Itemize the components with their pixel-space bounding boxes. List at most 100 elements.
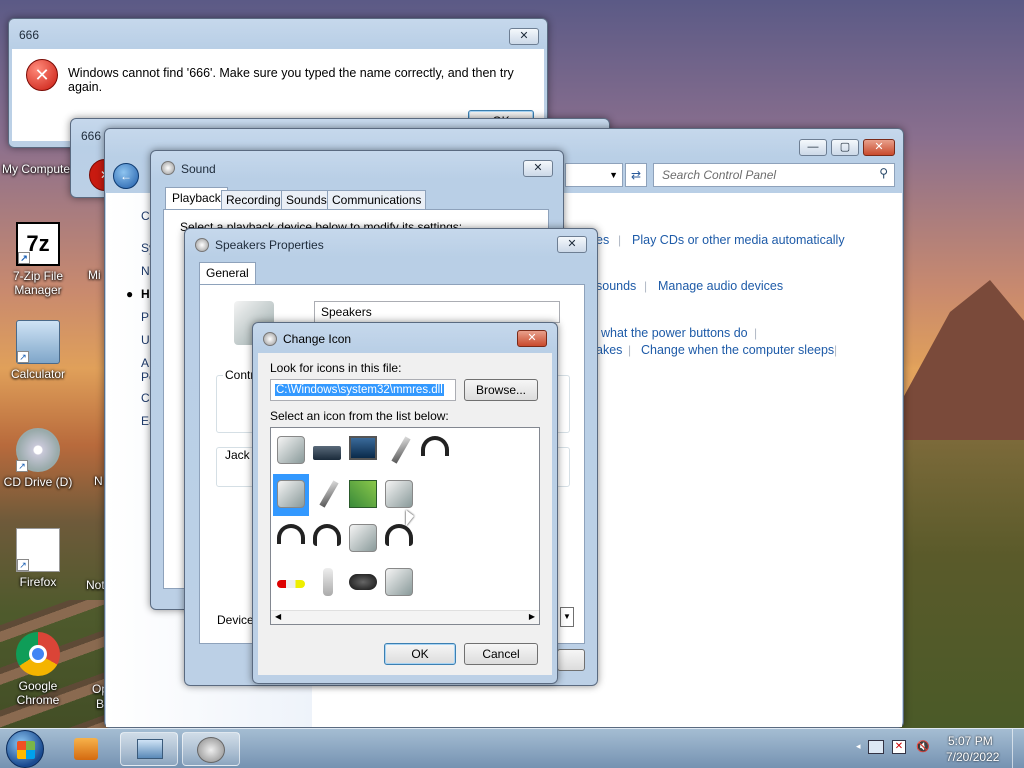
desktop-icon-firefox[interactable]: ↗ Firefox (0, 528, 76, 589)
icon-choice[interactable] (309, 562, 345, 604)
ok-button[interactable]: OK (384, 643, 456, 665)
show-hidden-icons[interactable]: ◂ (856, 741, 861, 752)
device-usage-label: Device (217, 613, 254, 627)
cd-drive-icon: ↗ (16, 428, 60, 472)
scroll-left-icon[interactable]: ◀ (275, 612, 281, 621)
horizontal-scrollbar[interactable]: ◀ ▶ (271, 610, 539, 624)
taskbar-media-player[interactable] (60, 732, 118, 766)
search-input[interactable]: Search Control Panel ⚲ (653, 163, 895, 187)
system-tray: ◂ ✕ 🔇 5:07 PM 7/20/2022 (856, 729, 1024, 768)
speaker-icon (195, 238, 209, 252)
device-name-input[interactable]: Speakers (314, 301, 560, 323)
close-button[interactable]: ✕ (557, 236, 587, 253)
apply-button[interactable] (557, 649, 585, 671)
desktop-icon-label: Calculator (10, 367, 66, 381)
icon-choice[interactable] (345, 518, 381, 560)
speaker-icon (385, 480, 413, 508)
close-button[interactable]: ✕ (863, 139, 895, 156)
headset-icon (313, 524, 341, 546)
address-bar[interactable]: ▼ (565, 163, 623, 187)
link[interactable]: Manage audio devices (658, 279, 783, 293)
webcam-icon (349, 574, 377, 590)
window-title: 666 (81, 129, 102, 143)
icon-choice[interactable] (273, 518, 309, 560)
desktop-icon-chrome[interactable]: Google Chrome (0, 632, 76, 707)
tab-general[interactable]: General (199, 262, 256, 285)
window-title: Sound (181, 162, 216, 176)
search-icon: ⚲ (879, 166, 888, 180)
icon-choice[interactable] (345, 430, 381, 472)
microphone-icon (319, 480, 339, 508)
icon-list[interactable]: ◀ ▶ (270, 427, 540, 625)
taskbar-control-panel[interactable] (120, 732, 178, 766)
calculator-icon: ↗ (16, 320, 60, 364)
link[interactable]: sounds (596, 279, 636, 293)
window-title: 666 (19, 28, 40, 42)
close-button[interactable]: ✕ (509, 28, 539, 45)
tab-playback[interactable]: Playback (165, 187, 228, 210)
start-button[interactable] (6, 730, 44, 768)
document-icon: ↗ (16, 528, 60, 572)
back-button[interactable]: ← (113, 163, 139, 189)
close-button[interactable]: ✕ (517, 330, 547, 347)
list-label: Select an icon from the list below: (270, 409, 449, 423)
tab-recording[interactable]: Recording (221, 190, 286, 210)
icon-choice[interactable] (273, 430, 309, 472)
clock-time[interactable]: 5:07 PM (948, 734, 993, 748)
control-panel-icon (137, 739, 163, 759)
headphones-icon (421, 436, 449, 456)
link[interactable]: akes (596, 343, 622, 357)
window-title: Speakers Properties (215, 238, 324, 252)
icon-choice[interactable] (345, 474, 381, 516)
change-icon-dialog[interactable]: Change Icon ✕ Look for icons in this fil… (252, 322, 558, 684)
icon-choice[interactable] (345, 562, 381, 604)
icon-choice[interactable] (381, 430, 417, 472)
scroll-right-icon[interactable]: ▶ (529, 612, 535, 621)
desktop-icon-label: CD Drive (D) (3, 475, 73, 489)
cancel-button[interactable]: Cancel (464, 643, 538, 665)
tab-bar: Playback Recording Sounds Communications (163, 187, 553, 210)
tab-sounds[interactable]: Sounds (281, 190, 332, 210)
close-button[interactable]: ✕ (523, 160, 553, 177)
browse-button[interactable]: Browse... (464, 379, 538, 401)
icon-choice[interactable] (273, 474, 309, 516)
windows-logo-icon (17, 741, 35, 759)
action-center-icon[interactable]: ✕ (892, 740, 906, 754)
window-title: Change Icon (283, 332, 352, 346)
desktop-icon-label: My Computer (1, 162, 75, 176)
file-path-input[interactable]: C:\Windows\system32\mmres.dll (270, 379, 456, 401)
show-desktop-button[interactable] (1012, 729, 1024, 768)
link[interactable]: Change when the computer sleeps (641, 343, 834, 357)
bullet: ● (126, 287, 134, 301)
icon-choice[interactable] (309, 474, 345, 516)
search-placeholder: Search Control Panel (662, 168, 777, 182)
volume-icon[interactable]: 🔇 (916, 740, 932, 754)
speaker-icon (277, 436, 305, 464)
link[interactable]: what the power buttons do (601, 326, 748, 340)
speaker-icon (277, 480, 305, 508)
icon-choice[interactable] (381, 562, 417, 604)
icon-choice[interactable] (273, 562, 309, 604)
device-usage-dropdown[interactable]: ▼ (560, 607, 574, 627)
media-player-icon (74, 738, 98, 760)
desktop-icon-label: 7-Zip File Manager (12, 269, 63, 297)
icon-choice[interactable] (417, 430, 453, 472)
maximize-button[interactable]: ▢ (831, 139, 859, 156)
taskbar-sound[interactable] (182, 732, 240, 766)
tab-communications[interactable]: Communications (327, 190, 427, 210)
clock-date[interactable]: 7/20/2022 (946, 750, 999, 764)
desktop-icon-calculator[interactable]: ↗ Calculator (0, 320, 76, 381)
speaker-icon (349, 524, 377, 552)
link[interactable]: Play CDs or other media automatically (632, 233, 845, 247)
monitor-icon (349, 436, 377, 460)
desktop-icon-7zip[interactable]: 7z ↗ 7-Zip File Manager (0, 222, 76, 297)
change-icon-title-icon (263, 332, 277, 346)
7zip-icon: 7z ↗ (16, 222, 60, 266)
minimize-button[interactable]: — (799, 139, 827, 156)
desktop-icon-cd-drive[interactable]: ↗ CD Drive (D) (0, 428, 76, 489)
speaker-icon (161, 161, 175, 175)
icon-choice[interactable] (309, 430, 345, 472)
refresh-button[interactable]: ⇄ (625, 163, 647, 187)
icon-choice[interactable] (309, 518, 345, 560)
network-icon[interactable] (868, 740, 884, 754)
